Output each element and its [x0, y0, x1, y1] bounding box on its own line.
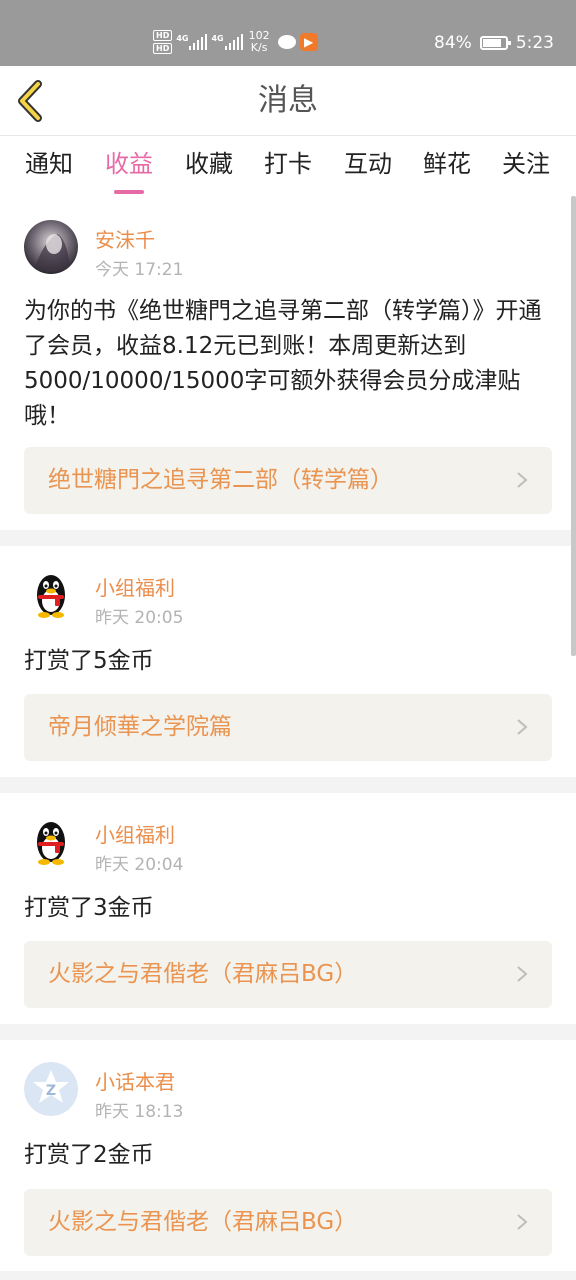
book-link[interactable]: 绝世糖門之追寻第二部（转学篇）	[24, 447, 552, 514]
message-time: 昨天 20:04	[95, 855, 184, 875]
chevron-right-icon	[517, 719, 528, 735]
sender-name[interactable]: 小组福利	[95, 819, 175, 848]
message-body: 打赏了3金币	[24, 895, 154, 921]
avatar[interactable]	[24, 815, 78, 869]
app-header: 消息	[0, 66, 576, 136]
tab-interaction[interactable]: 互动	[328, 144, 408, 184]
tab-flowers[interactable]: 鲜花	[407, 144, 487, 184]
message-body: 为你的书《绝世糖門之追寻第二部（转学篇）》开通了会员，收益8.12元已到账！本周…	[24, 298, 542, 429]
avatar[interactable]: Z	[24, 1062, 78, 1116]
chevron-right-icon	[517, 472, 528, 488]
tab-follow[interactable]: 关注	[486, 144, 566, 184]
battery-icon	[479, 36, 511, 50]
chat-bubble-icon	[277, 35, 296, 49]
battery-percent: 84%	[434, 33, 472, 53]
message-card: Z 小话本君 昨天 18:13 打赏了2金币 火影之与君偕老（君麻吕BG）	[0, 1040, 576, 1271]
signal-icon: 4G	[211, 34, 243, 50]
svg-text:Z: Z	[46, 1083, 56, 1099]
avatar[interactable]	[24, 220, 78, 274]
tab-earnings[interactable]: 收益	[89, 144, 169, 194]
message-card: 小组福利 昨天 20:05 打赏了5金币 帝月倾華之学院篇	[0, 546, 576, 777]
signal-icon: 4G	[176, 34, 208, 50]
hd-badge: HD	[153, 43, 173, 54]
tab-checkin[interactable]: 打卡	[248, 144, 328, 184]
z-logo-icon: Z	[24, 1062, 78, 1116]
sender-name[interactable]: 小话本君	[95, 1066, 175, 1095]
network-speed: 102 K/s	[249, 30, 270, 54]
network-type: 4G	[176, 34, 189, 43]
back-button[interactable]	[12, 76, 52, 126]
status-icons-right: 84% 5:23	[434, 30, 554, 56]
speed-unit: K/s	[250, 41, 268, 54]
video-app-icon: ▶	[299, 33, 318, 51]
back-arrow-icon	[18, 80, 42, 122]
sender-name[interactable]: 安沫千	[95, 224, 155, 253]
status-bar: HD HD 4G 4G 102 K/s ▶ 84% 5:23	[0, 0, 576, 66]
status-icons-left: HD HD 4G 4G 102 K/s ▶	[153, 24, 318, 60]
message-time: 昨天 20:05	[95, 608, 184, 628]
chevron-right-icon	[517, 1214, 528, 1230]
book-title: 绝世糖門之追寻第二部（转学篇）	[48, 467, 393, 493]
hd-indicators: HD HD	[153, 30, 173, 54]
clock: 5:23	[515, 33, 554, 53]
book-title: 火影之与君偕老（君麻吕BG）	[48, 1209, 358, 1235]
hd-badge: HD	[153, 30, 173, 41]
book-link[interactable]: 火影之与君偕老（君麻吕BG）	[24, 1189, 552, 1256]
penguin-icon	[37, 575, 65, 618]
message-card: 小组福利 昨天 20:04 打赏了3金币 火影之与君偕老（君麻吕BG）	[0, 793, 576, 1024]
message-time: 今天 17:21	[95, 260, 184, 280]
tab-favorites[interactable]: 收藏	[169, 144, 249, 184]
message-body: 打赏了5金币	[24, 648, 154, 674]
book-title: 帝月倾華之学院篇	[48, 714, 232, 740]
message-card: 安沫千 今天 17:21 为你的书《绝世糖門之追寻第二部（转学篇）》开通了会员，…	[0, 198, 576, 530]
photo-avatar-icon	[24, 220, 78, 274]
network-type: 4G	[211, 34, 224, 43]
book-link[interactable]: 火影之与君偕老（君麻吕BG）	[24, 941, 552, 1008]
book-title: 火影之与君偕老（君麻吕BG）	[48, 961, 358, 987]
tab-notice[interactable]: 通知	[9, 144, 89, 184]
tab-bar: 通知 收益 收藏 打卡 互动 鲜花 关注	[0, 136, 576, 198]
penguin-icon	[37, 822, 65, 865]
message-time: 昨天 18:13	[95, 1102, 184, 1122]
chevron-right-icon	[517, 966, 528, 982]
scrollbar[interactable]	[571, 196, 576, 656]
sender-name[interactable]: 小组福利	[95, 572, 175, 601]
book-link[interactable]: 帝月倾華之学院篇	[24, 694, 552, 761]
page-title: 消息	[258, 83, 318, 118]
message-body: 打赏了2金币	[24, 1142, 154, 1168]
avatar[interactable]	[24, 568, 78, 622]
